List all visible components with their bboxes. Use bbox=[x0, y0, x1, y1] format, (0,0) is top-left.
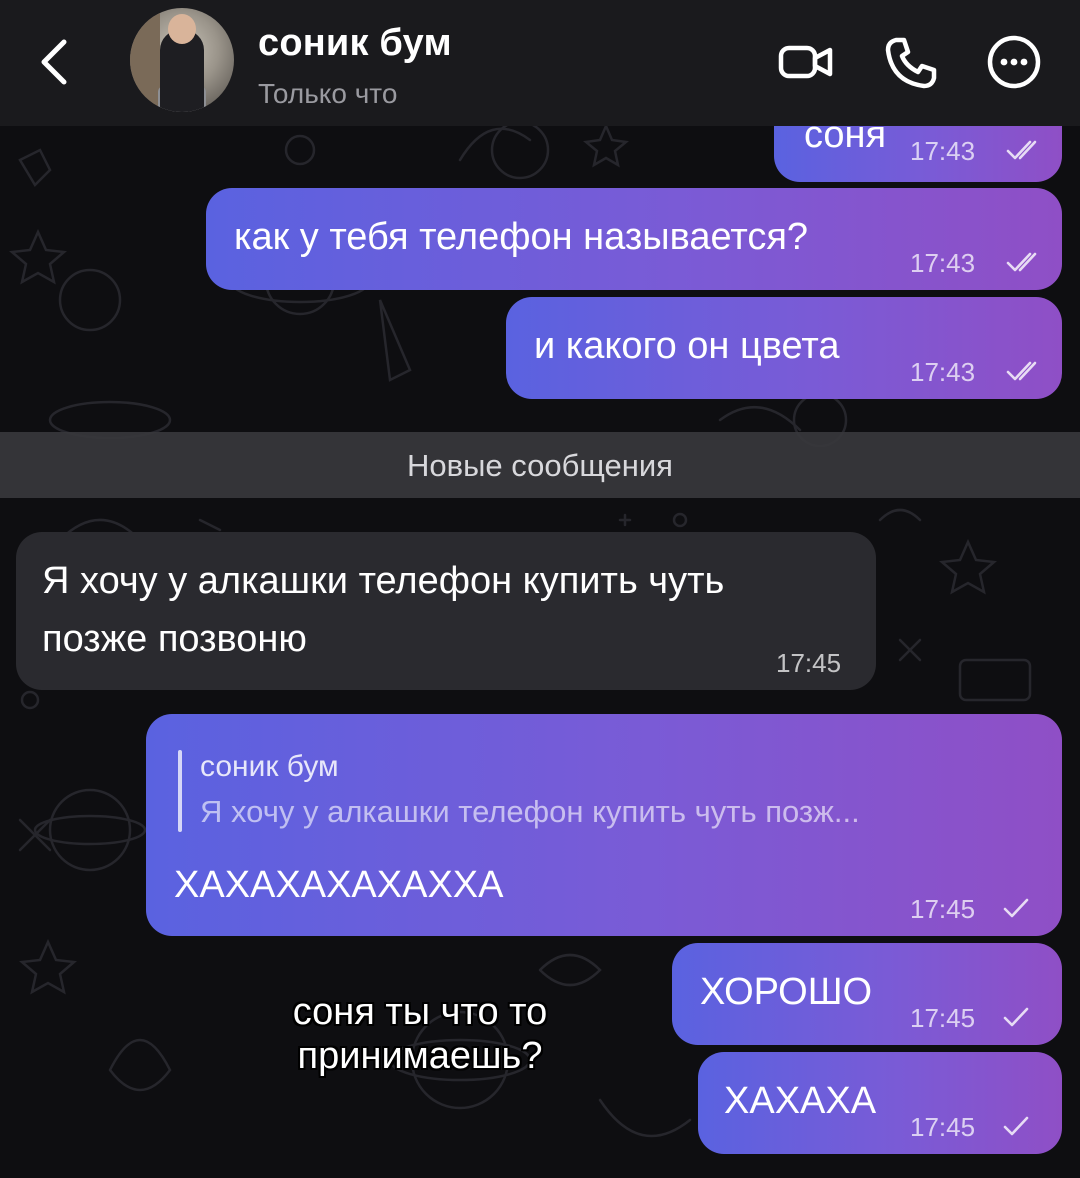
avatar-figure-head bbox=[168, 14, 196, 44]
message-text: ХАХАХАХАХАХХА bbox=[174, 864, 504, 906]
overlay-caption: соня ты что то принимаешь? bbox=[210, 990, 630, 1078]
chat-header: соник бум Только что bbox=[0, 0, 1080, 126]
message-bubble-outgoing[interactable]: как у тебя телефон называется? 17:43 bbox=[206, 188, 1062, 290]
video-camera-icon bbox=[778, 45, 833, 79]
avatar[interactable] bbox=[130, 8, 234, 112]
phone-icon bbox=[885, 37, 937, 89]
back-button[interactable] bbox=[30, 34, 78, 90]
double-check-icon bbox=[1006, 361, 1037, 381]
check-icon bbox=[1003, 898, 1029, 918]
message-time: 17:43 bbox=[910, 357, 976, 387]
message-text-line1: Я хочу у алкашки телефон купить чуть bbox=[42, 560, 725, 602]
reply-quote-line bbox=[178, 750, 182, 832]
new-messages-label: Новые сообщения bbox=[407, 448, 673, 483]
message-time: 17:43 bbox=[910, 248, 976, 278]
message-time: 17:45 bbox=[910, 1112, 976, 1142]
reply-author[interactable]: соник бум bbox=[200, 750, 339, 784]
double-check-icon bbox=[1006, 252, 1037, 272]
message-time: 17:45 bbox=[910, 1003, 976, 1033]
message-time: 17:43 bbox=[910, 136, 976, 166]
message-text: как у тебя телефон называется? bbox=[234, 216, 809, 258]
more-dots-icon bbox=[987, 35, 1041, 89]
message-text: и какого он цвета bbox=[534, 325, 840, 367]
message-bubble-outgoing-reply[interactable]: соник бум Я хочу у алкашки телефон купит… bbox=[146, 714, 1062, 936]
message-bubble-outgoing[interactable]: ХОРОШО 17:45 bbox=[672, 943, 1062, 1045]
message-time: 17:45 bbox=[910, 894, 976, 924]
message-time: 17:45 bbox=[776, 648, 842, 678]
contact-name[interactable]: соник бум bbox=[258, 22, 452, 65]
video-call-button[interactable] bbox=[776, 32, 836, 92]
caption-line1: соня ты что то bbox=[292, 991, 548, 1033]
message-text: ХАХАХА bbox=[724, 1080, 877, 1122]
more-button[interactable] bbox=[984, 32, 1044, 92]
reply-text[interactable]: Я хочу у алкашки телефон купить чуть поз… bbox=[200, 794, 860, 830]
check-icon bbox=[1003, 1007, 1029, 1027]
chevron-left-icon bbox=[41, 39, 67, 85]
voice-call-button[interactable] bbox=[882, 32, 942, 92]
message-text: ХОРОШО bbox=[700, 971, 873, 1013]
caption-line2: принимаешь? bbox=[297, 1035, 543, 1077]
message-text-line2: позже позвоню bbox=[42, 618, 307, 660]
contact-status: Только что bbox=[258, 78, 398, 109]
double-check-icon bbox=[1006, 140, 1037, 160]
message-bubble-outgoing[interactable]: и какого он цвета 17:43 bbox=[506, 297, 1062, 399]
avatar-bg bbox=[130, 8, 160, 112]
message-bubble-outgoing[interactable]: ХАХАХА 17:45 bbox=[698, 1052, 1062, 1154]
message-bubble-incoming[interactable]: Я хочу у алкашки телефон купить чуть поз… bbox=[16, 532, 876, 690]
check-icon bbox=[1003, 1116, 1029, 1136]
